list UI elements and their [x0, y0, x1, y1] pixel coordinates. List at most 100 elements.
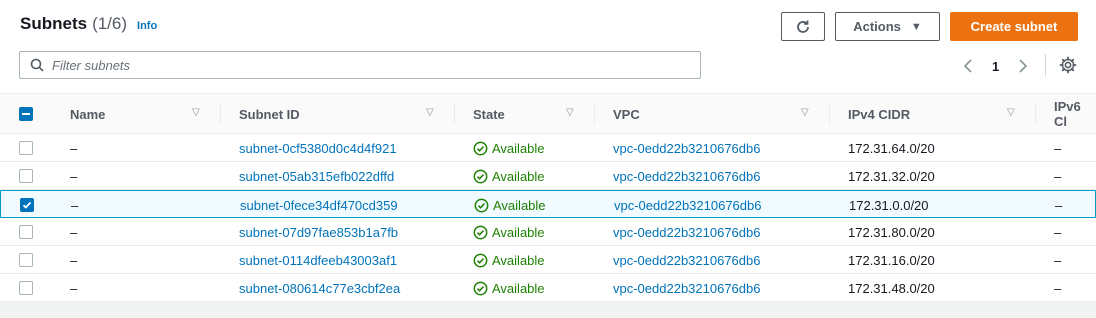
vpc-link[interactable]: vpc-0edd22b3210676db6 [613, 274, 760, 302]
cell-name: – [70, 140, 78, 156]
cell-ipv4-cidr: 172.31.48.0/20 [848, 280, 935, 296]
state-label: Available [492, 168, 545, 184]
table-body: – subnet-0cf5380d0c4d4f921 Available vpc-0e… [0, 134, 1096, 302]
vpc-link[interactable]: vpc-0edd22b3210676db6 [613, 162, 760, 190]
table-row[interactable]: – subnet-05ab315efb022dffd Available vpc-0e… [0, 162, 1096, 190]
sort-caret-icon[interactable]: ▽ [1007, 107, 1015, 118]
cell-ipv4-cidr: 172.31.0.0/20 [849, 197, 929, 213]
cell-state: Available [473, 274, 545, 302]
cell-ipv4-cidr: 172.31.80.0/20 [848, 224, 935, 240]
cell-ipv4-cidr: 172.31.16.0/20 [848, 252, 935, 268]
cell-name: – [70, 252, 78, 268]
current-page[interactable]: 1 [992, 59, 999, 74]
table-row[interactable]: – subnet-0cf5380d0c4d4f921 Available vpc-0e… [0, 134, 1096, 162]
row-checkbox[interactable] [20, 198, 34, 212]
chevron-right-icon[interactable] [1015, 58, 1031, 74]
filter-search[interactable] [19, 51, 701, 79]
state-label: Available [492, 140, 545, 156]
cell-ipv6-cidr: – [1054, 168, 1062, 184]
table-header: Name ▽ Subnet ID ▽ State ▽ VPC ▽ IPv4 CI… [0, 93, 1096, 134]
subnets-panel: Subnets (1/6) Info Actions ▼ Create subn… [0, 0, 1096, 318]
cell-name: – [70, 280, 78, 296]
panel-header: Subnets (1/6) Info [20, 14, 157, 40]
state-label: Available [492, 252, 545, 268]
column-label: State [473, 106, 505, 122]
subnet-id-link[interactable]: subnet-0cf5380d0c4d4f921 [239, 134, 397, 162]
vpc-link[interactable]: vpc-0edd22b3210676db6 [613, 218, 760, 246]
subnet-id-link[interactable]: subnet-0fece34df470cd359 [240, 191, 398, 219]
column-label: VPC [613, 106, 640, 122]
column-label: Subnet ID [239, 106, 300, 122]
search-icon [30, 58, 44, 72]
selection-count: (1/6) [92, 14, 128, 33]
check-circle-icon [474, 198, 489, 212]
column-label: Name [70, 106, 106, 122]
row-checkbox[interactable] [19, 253, 33, 267]
vpc-link[interactable]: vpc-0edd22b3210676db6 [613, 246, 760, 274]
page-title: Subnets [20, 14, 88, 33]
divider [1045, 54, 1046, 76]
state-label: Available [492, 224, 545, 240]
sort-caret-icon[interactable]: ▽ [192, 107, 200, 118]
subnet-id-link[interactable]: subnet-05ab315efb022dffd [239, 162, 394, 190]
table-row[interactable]: – subnet-0114dfeeb43003af1 Available vpc-0e… [0, 246, 1096, 274]
refresh-button[interactable] [781, 12, 825, 41]
cell-name: – [70, 224, 78, 240]
column-divider [454, 104, 455, 124]
gear-icon[interactable] [1059, 56, 1077, 74]
table-row[interactable]: – subnet-080614c77e3cbf2ea Available vpc-0e… [0, 274, 1096, 302]
check-circle-icon [473, 225, 488, 239]
row-checkbox[interactable] [19, 169, 33, 183]
column-header-ipv6-cidr[interactable]: IPv6 Cl [1054, 94, 1096, 134]
cell-ipv6-cidr: – [1055, 197, 1063, 213]
column-divider [594, 104, 595, 124]
search-input[interactable] [52, 57, 652, 73]
subnet-id-link[interactable]: subnet-0114dfeeb43003af1 [239, 246, 397, 274]
cell-state: Available [473, 246, 545, 274]
check-circle-icon [473, 169, 488, 183]
check-circle-icon [473, 281, 488, 295]
refresh-icon [797, 20, 809, 33]
pagination: 1 [960, 55, 1031, 77]
cell-ipv6-cidr: – [1054, 280, 1062, 296]
vpc-link[interactable]: vpc-0edd22b3210676db6 [614, 191, 761, 219]
column-header-name[interactable]: Name [70, 94, 105, 134]
cell-ipv6-cidr: – [1054, 140, 1062, 156]
select-all-checkbox[interactable] [19, 107, 33, 121]
column-header-ipv4-cidr[interactable]: IPv4 CIDR [848, 94, 910, 134]
subnet-id-link[interactable]: subnet-07d97fae853b1a7fb [239, 218, 398, 246]
check-circle-icon [473, 141, 488, 155]
column-header-vpc[interactable]: VPC [613, 94, 640, 134]
vpc-link[interactable]: vpc-0edd22b3210676db6 [613, 134, 760, 162]
create-subnet-button[interactable]: Create subnet [950, 12, 1078, 41]
sort-caret-icon[interactable]: ▽ [801, 107, 809, 118]
cell-state: Available [473, 218, 545, 246]
cell-state: Available [474, 191, 546, 219]
column-header-state[interactable]: State [473, 94, 505, 134]
check-circle-icon [473, 253, 488, 267]
cell-ipv4-cidr: 172.31.32.0/20 [848, 168, 935, 184]
sort-caret-icon[interactable]: ▽ [566, 107, 574, 118]
cell-ipv6-cidr: – [1054, 224, 1062, 240]
sort-caret-icon[interactable]: ▽ [426, 107, 434, 118]
table-row[interactable]: – subnet-07d97fae853b1a7fb Available vpc-0e… [0, 218, 1096, 246]
table-row[interactable]: – subnet-0fece34df470cd359 Available vpc-0e… [0, 190, 1096, 218]
column-divider [829, 104, 830, 124]
row-checkbox[interactable] [19, 281, 33, 295]
state-label: Available [493, 197, 546, 213]
row-checkbox[interactable] [19, 225, 33, 239]
state-label: Available [492, 280, 545, 296]
cell-name: – [71, 197, 79, 213]
cell-state: Available [473, 162, 545, 190]
info-link[interactable]: Info [137, 20, 157, 32]
actions-dropdown[interactable]: Actions ▼ [835, 12, 940, 41]
column-divider [1035, 104, 1036, 124]
chevron-left-icon[interactable] [960, 58, 976, 74]
column-header-subnet-id[interactable]: Subnet ID [239, 94, 300, 134]
subnet-id-link[interactable]: subnet-080614c77e3cbf2ea [239, 274, 400, 302]
cell-state: Available [473, 134, 545, 162]
column-divider [220, 104, 221, 124]
row-checkbox[interactable] [19, 141, 33, 155]
subnets-table: Name ▽ Subnet ID ▽ State ▽ VPC ▽ IPv4 CI… [0, 93, 1096, 302]
column-label: IPv6 Cl [1054, 99, 1081, 129]
